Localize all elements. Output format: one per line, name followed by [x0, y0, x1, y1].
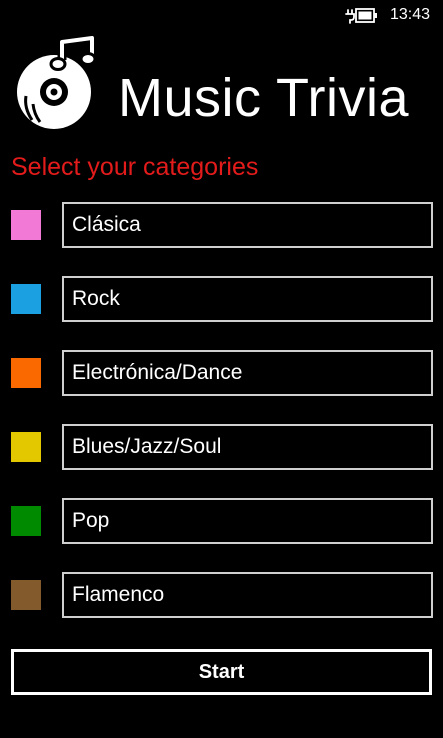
category-color-swatch — [11, 580, 41, 610]
category-label: Blues/Jazz/Soul — [72, 435, 222, 458]
category-field[interactable]: Electrónica/Dance — [62, 350, 433, 396]
category-field[interactable]: Rock — [62, 276, 433, 322]
category-color-swatch — [11, 358, 41, 388]
category-label: Flamenco — [72, 583, 165, 606]
status-time: 13:43 — [390, 6, 431, 23]
category-field[interactable]: Flamenco — [62, 572, 433, 618]
category-field[interactable]: Pop — [62, 498, 433, 544]
battery-charging-icon — [345, 8, 377, 24]
category-row-rock[interactable]: Rock — [0, 276, 443, 322]
category-label: Rock — [72, 287, 120, 310]
category-row-flamenco[interactable]: Flamenco — [0, 572, 443, 618]
start-button[interactable]: Start — [11, 649, 432, 695]
category-row-pop[interactable]: Pop — [0, 498, 443, 544]
category-row-clasica[interactable]: Clásica — [0, 202, 443, 248]
categories-heading: Select your categories — [11, 153, 259, 181]
music-disc-icon — [17, 36, 97, 129]
category-color-swatch — [11, 210, 41, 240]
status-bar: 13:43 — [0, 0, 443, 32]
category-color-swatch — [11, 284, 41, 314]
category-color-swatch — [11, 506, 41, 536]
category-color-swatch — [11, 432, 41, 462]
start-button-label: Start — [198, 661, 245, 683]
category-label: Pop — [72, 509, 110, 532]
category-field[interactable]: Clásica — [62, 202, 433, 248]
category-row-electronica-dance[interactable]: Electrónica/Dance — [0, 350, 443, 396]
category-label: Electrónica/Dance — [72, 361, 243, 384]
category-row-blues-jazz-soul[interactable]: Blues/Jazz/Soul — [0, 424, 443, 470]
category-label: Clásica — [72, 213, 141, 236]
category-field[interactable]: Blues/Jazz/Soul — [62, 424, 433, 470]
app-title: Music Trivia — [118, 68, 410, 128]
